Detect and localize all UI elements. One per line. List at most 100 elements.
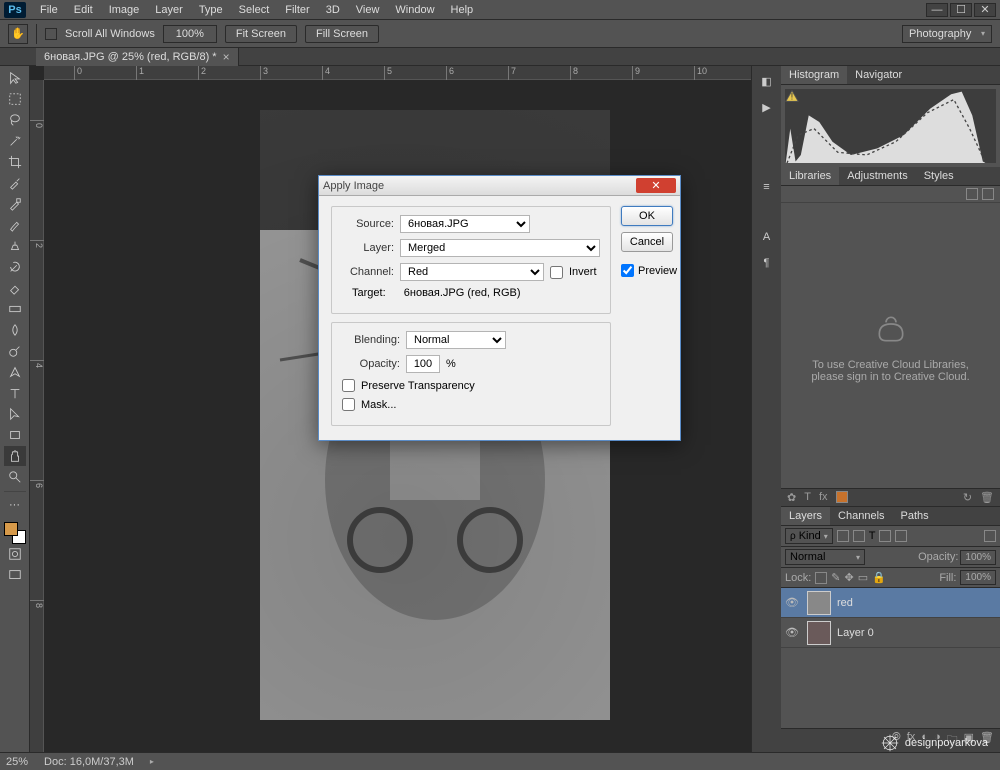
layer-item-red[interactable]: 👁 red [781,588,1000,618]
blur-tool-icon[interactable] [4,320,26,340]
screen-mode-icon[interactable] [4,565,26,585]
eraser-tool-icon[interactable] [4,278,26,298]
lock-transparent-icon[interactable] [815,572,827,584]
tab-libraries[interactable]: Libraries [781,167,839,185]
document-tab-close-button[interactable]: × [223,50,230,64]
sync-icon[interactable]: ↻ [963,491,972,504]
layer-opacity-input[interactable]: 100% [960,550,996,565]
fill-icon[interactable] [836,491,848,503]
pen-tool-icon[interactable] [4,362,26,382]
filter-smart-icon[interactable] [895,530,907,542]
move-tool-icon[interactable] [4,68,26,88]
invert-checkbox[interactable] [550,266,563,279]
menu-filter[interactable]: Filter [277,4,317,16]
paragraph-panel-icon[interactable]: ¶ [756,252,778,274]
filter-shape-icon[interactable] [879,530,891,542]
dodge-tool-icon[interactable] [4,341,26,361]
lock-artboard-icon[interactable]: ▭ [858,571,868,584]
dialog-titlebar[interactable]: Apply Image ✕ [319,176,680,196]
ok-button[interactable]: OK [621,206,673,226]
lib-list-view-icon[interactable] [982,188,994,200]
menu-image[interactable]: Image [101,4,148,16]
preserve-transparency-checkbox[interactable] [342,379,355,392]
color-panel-icon[interactable]: ◧ [756,70,778,92]
lasso-tool-icon[interactable] [4,110,26,130]
eyedropper-tool-icon[interactable] [4,173,26,193]
fx-icon[interactable]: fx [819,491,828,504]
status-doc-size[interactable]: Doc: 16,0M/37,3M [44,756,134,768]
crop-tool-icon[interactable] [4,152,26,172]
hand-tool-icon[interactable]: ✋ [8,24,28,44]
tab-paths[interactable]: Paths [893,507,937,525]
dialog-opacity-input[interactable] [406,355,440,373]
tab-navigator[interactable]: Navigator [847,66,910,84]
visibility-toggle-icon[interactable]: 👁 [785,626,801,639]
dialog-close-button[interactable]: ✕ [636,178,676,193]
layer-name[interactable]: Layer 0 [837,627,874,639]
layer-item-layer0[interactable]: 👁 Layer 0 [781,618,1000,648]
add-style-icon[interactable]: ✿ [787,491,796,504]
filter-type-icon[interactable]: T [869,530,876,542]
menu-window[interactable]: Window [387,4,442,16]
brush-tool-icon[interactable] [4,215,26,235]
document-tab[interactable]: 6новая.JPG @ 25% (red, RGB/8) * × [36,48,239,66]
tab-channels[interactable]: Channels [830,507,892,525]
character-panel-icon[interactable]: A [756,226,778,248]
filter-image-icon[interactable] [837,530,849,542]
menu-help[interactable]: Help [443,4,482,16]
mask-checkbox[interactable] [342,398,355,411]
layer-fill-input[interactable]: 100% [960,570,996,585]
fit-screen-button[interactable]: Fit Screen [225,25,297,43]
lock-brush-icon[interactable]: ✎ [831,571,840,584]
lock-all-icon[interactable]: 🔒 [872,571,886,584]
hand-tool-icon-toolbar[interactable] [4,446,26,466]
window-minimize-button[interactable]: — [926,3,948,17]
path-select-tool-icon[interactable] [4,404,26,424]
tab-histogram[interactable]: Histogram [781,66,847,84]
layer-dropdown[interactable]: Merged [400,239,600,257]
blending-dropdown[interactable]: Normal [406,331,506,349]
type-tool-icon[interactable] [4,383,26,403]
tab-adjustments[interactable]: Adjustments [839,167,916,185]
workspace-dropdown[interactable]: Photography ▾ [902,25,992,43]
edit-toolbar-button[interactable]: ··· [4,495,26,515]
type-style-icon[interactable]: T [804,491,811,504]
blend-mode-dropdown[interactable]: Normal▾ [785,549,865,565]
lock-move-icon[interactable]: ✥ [845,571,854,584]
menu-type[interactable]: Type [191,4,231,16]
menu-edit[interactable]: Edit [66,4,101,16]
clone-stamp-tool-icon[interactable] [4,236,26,256]
healing-brush-tool-icon[interactable] [4,194,26,214]
channel-dropdown[interactable]: Red [400,263,544,281]
zoom-tool-icon[interactable] [4,467,26,487]
layer-name[interactable]: red [837,597,853,609]
source-dropdown[interactable]: 6новая.JPG [400,215,530,233]
window-maximize-button[interactable]: ☐ [950,3,972,17]
quick-mask-icon[interactable] [4,544,26,564]
cancel-button[interactable]: Cancel [621,232,673,252]
menu-select[interactable]: Select [231,4,278,16]
lib-grid-view-icon[interactable] [966,188,978,200]
menu-view[interactable]: View [348,4,388,16]
color-swatches[interactable] [4,522,26,544]
menu-3d[interactable]: 3D [318,4,348,16]
rectangle-tool-icon[interactable] [4,425,26,445]
menu-layer[interactable]: Layer [147,4,191,16]
tab-layers[interactable]: Layers [781,507,830,525]
swatches-panel-icon[interactable]: ▶ [756,96,778,118]
status-zoom[interactable]: 25% [6,756,28,768]
filter-adjust-icon[interactable] [853,530,865,542]
marquee-tool-icon[interactable] [4,89,26,109]
history-brush-tool-icon[interactable] [4,257,26,277]
magic-wand-tool-icon[interactable] [4,131,26,151]
menu-file[interactable]: File [32,4,66,16]
preview-checkbox[interactable] [621,264,634,277]
tab-styles[interactable]: Styles [916,167,962,185]
fill-screen-button[interactable]: Fill Screen [305,25,379,43]
properties-panel-icon[interactable]: ≡ [756,176,778,198]
filter-toggle[interactable] [984,530,996,542]
visibility-toggle-icon[interactable]: 👁 [785,596,801,609]
zoom-input[interactable]: 100% [163,25,217,43]
trash-icon[interactable]: 🗑 [980,491,994,504]
scroll-all-checkbox[interactable] [45,28,57,40]
